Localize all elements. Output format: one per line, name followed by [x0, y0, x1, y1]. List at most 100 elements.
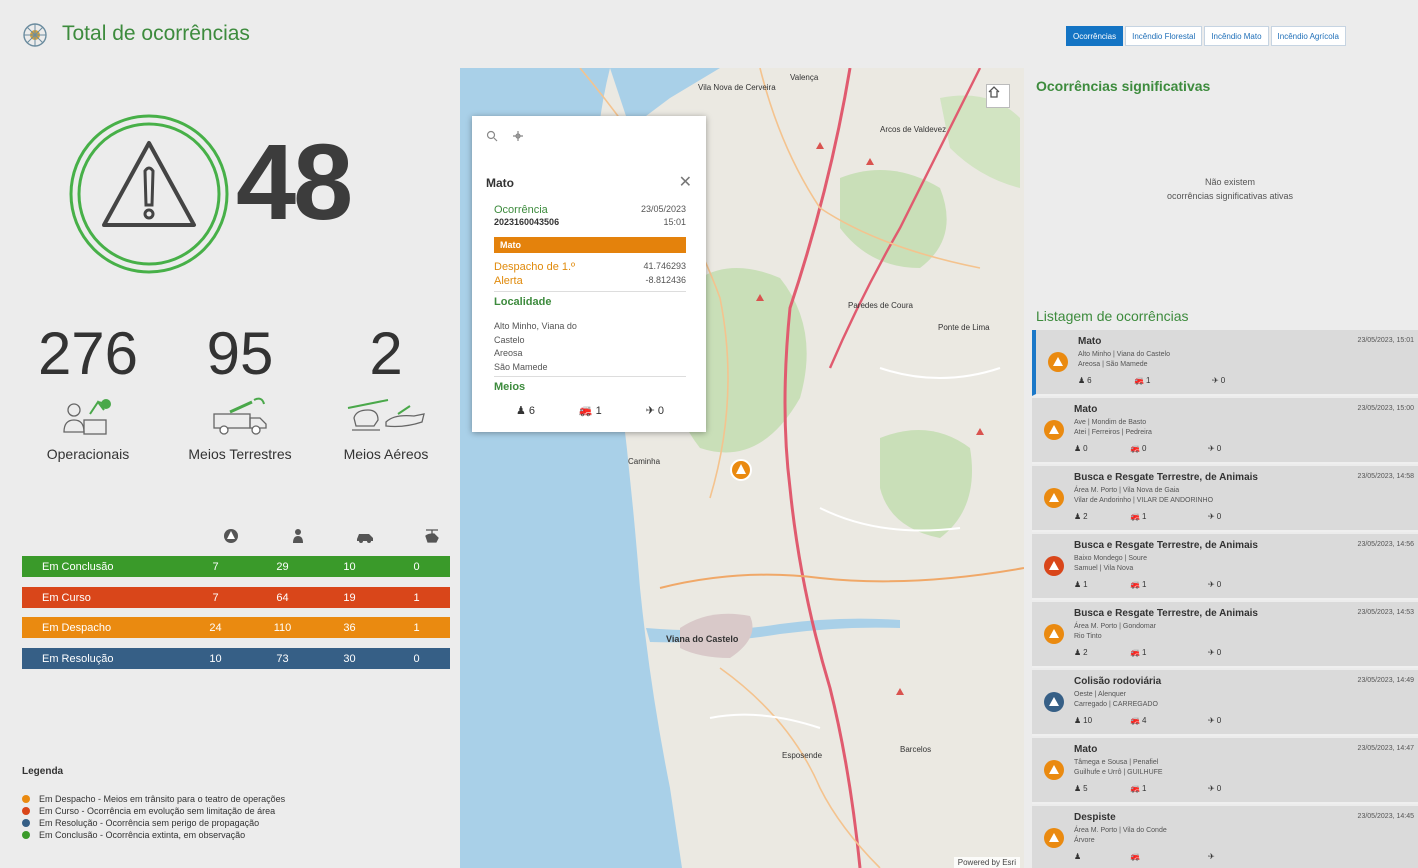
tab-ocorrencias[interactable]: Ocorrências	[1066, 26, 1124, 46]
home-icon	[988, 86, 1000, 98]
list-item-datetime: 23/05/2023, 14:53	[1357, 609, 1414, 616]
status-row-em-despacho[interactable]: Em Despacho 24 110 36 1	[22, 617, 450, 638]
list-item-vehicles: 🚒 0	[1130, 444, 1146, 453]
list-item[interactable]: Mato Ave | Mondim de Basto Atei | Ferreiro…	[1032, 398, 1418, 464]
list-item-datetime: 23/05/2023, 15:00	[1357, 405, 1414, 412]
popup-ocorrencia-row-2: 2023160043506 15:01	[494, 217, 686, 227]
warning-icon	[1049, 697, 1059, 706]
legend-dot	[22, 795, 30, 803]
anepc-logo-icon	[23, 23, 47, 47]
vehicle-icon: 🚒	[1134, 376, 1144, 385]
status-count-aircraft: 1	[413, 591, 420, 604]
status-name: Em Conclusão	[42, 560, 114, 573]
popup-lon: -8.812436	[645, 275, 686, 285]
list-item-persons: ♟ 2	[1074, 512, 1088, 521]
zoom-to-icon[interactable]	[486, 130, 498, 142]
popup-ocorrencia-date: 23/05/2023	[640, 204, 686, 214]
divider	[494, 376, 686, 377]
status-count-aircraft: 0	[413, 652, 420, 665]
stat-value: 276	[37, 320, 139, 387]
tab-incendio-agricola[interactable]: Incêndio Agrícola	[1270, 26, 1346, 46]
legend-item: Em Conclusão - Ocorrência extinta, em ob…	[22, 829, 285, 841]
list-item-persons: ♟ 2	[1074, 648, 1088, 657]
list-item-vehicles: 🚒	[1130, 852, 1142, 861]
vehicle-icon: 🚒	[1130, 716, 1140, 725]
listing-title: Listagem de ocorrências	[1036, 308, 1189, 324]
list-item-location: Área M. Porto | Vila do Conde	[1074, 827, 1167, 834]
status-count-occurrences: 7	[212, 591, 219, 604]
popup-meios-vehicles-count: 1	[595, 405, 602, 417]
popup-nature-bar: Mato	[494, 237, 686, 253]
list-item-datetime: 23/05/2023, 14:47	[1357, 745, 1414, 752]
status-table-header	[22, 526, 450, 546]
status-name: Em Despacho	[42, 621, 112, 634]
significant-empty-line: ocorrências significativas ativas	[1166, 191, 1294, 201]
tab-incendio-mato[interactable]: Incêndio Mato	[1204, 26, 1269, 46]
warning-ring-icon	[69, 114, 229, 274]
stat-meios-aereos: 2 Meios Aéreos	[316, 324, 456, 463]
aircraft-icon: ✈	[1208, 852, 1215, 861]
popup-alerta-row: Alerta -8.812436	[494, 275, 686, 287]
list-item[interactable]: Colisão rodoviária Oeste | Alenquer Carreg…	[1032, 670, 1418, 736]
list-item-vehicles-count: 1	[1145, 376, 1151, 385]
list-item-vehicles-count: 1	[1141, 784, 1147, 793]
status-count-persons: 73	[276, 652, 289, 665]
list-item-location: Baixo Mondego | Soure	[1074, 555, 1148, 562]
status-row-em-conclusao[interactable]: Em Conclusão 7 29 10 0	[22, 556, 450, 577]
map-place-label: Viana do Castelo	[666, 634, 739, 644]
occurrence-popup: Mato ✕ Ocorrência 23/05/2023 20231600435…	[472, 116, 706, 432]
map-attribution[interactable]: Powered by Esri	[953, 857, 1020, 868]
popup-ocorrencia-label: Ocorrência	[494, 204, 548, 216]
list-item-title: Mato	[1078, 336, 1102, 347]
list-item-aircraft-count: 0	[1216, 784, 1222, 793]
tab-incendio-florestal[interactable]: Incêndio Florestal	[1125, 26, 1203, 46]
status-row-em-resolucao[interactable]: Em Resolução 10 73 30 0	[22, 648, 450, 669]
list-item-datetime: 23/05/2023, 14:58	[1357, 473, 1414, 480]
list-item-aircraft: ✈ 0	[1208, 444, 1221, 453]
tab-bar: Ocorrências Incêndio Florestal Incêndio …	[1066, 26, 1346, 46]
aircraft-icon: ✈	[1208, 512, 1215, 521]
vehicle-icon: 🚒	[1130, 852, 1140, 861]
list-item-datetime: 23/05/2023, 14:49	[1357, 677, 1414, 684]
popup-localidade-label: Localidade	[494, 296, 552, 308]
vehicle-icon: 🚒	[1130, 784, 1140, 793]
list-item-persons: ♟ 10	[1074, 716, 1092, 725]
status-row-em-curso[interactable]: Em Curso 7 64 19 1	[22, 587, 450, 608]
list-item-parish: Vilar de Andorinho | VILAR DE ANDORINHO	[1074, 497, 1214, 504]
stat-value: 95	[206, 320, 274, 387]
person-icon: ♟	[1074, 648, 1082, 657]
person-icon: ♟	[1078, 376, 1086, 385]
list-item-parish: Samuel | Vila Nova	[1074, 565, 1134, 572]
home-button[interactable]	[986, 84, 1010, 108]
divider	[494, 291, 686, 292]
list-item[interactable]: Mato Alto Minho | Viana do Castelo Areosa …	[1032, 330, 1418, 396]
list-item-aircraft-count: 0	[1216, 512, 1222, 521]
list-item-title: Busca e Resgate Terrestre, de Animais	[1074, 540, 1258, 551]
list-item-vehicles-count: 0	[1141, 444, 1147, 453]
status-badge-icon	[1044, 692, 1064, 712]
list-item-persons: ♟ 1	[1074, 580, 1088, 589]
legend-dot	[22, 819, 30, 827]
stat-label: Meios Aéreos	[343, 446, 429, 462]
occurrence-list[interactable]: Mato Alto Minho | Viana do Castelo Areosa …	[1032, 330, 1418, 868]
person-icon: ♟	[515, 405, 526, 417]
pan-to-icon[interactable]	[512, 130, 524, 142]
legend-item: Em Curso - Ocorrência em evolução sem li…	[22, 805, 285, 817]
list-item[interactable]: Busca e Resgate Terrestre, de Animais Áre…	[1032, 466, 1418, 532]
popup-ocorrencia-time: 15:01	[663, 217, 686, 227]
warning-icon	[1049, 833, 1059, 842]
operacionais-icon	[63, 399, 111, 435]
list-item-location: Alto Minho | Viana do Castelo	[1078, 351, 1170, 358]
popup-meios-aircraft-count: 0	[657, 405, 665, 417]
list-item-title: Busca e Resgate Terrestre, de Animais	[1074, 608, 1258, 619]
list-item[interactable]: Busca e Resgate Terrestre, de Animais Áre…	[1032, 602, 1418, 668]
list-item[interactable]: Despiste Área M. Porto | Vila do Conde Árv…	[1032, 806, 1418, 868]
fire-truck-icon	[213, 397, 267, 435]
aircraft-icon	[347, 399, 425, 431]
list-item[interactable]: Mato Tâmega e Sousa | Penafiel Guilhufe e …	[1032, 738, 1418, 804]
list-item-location: Tâmega e Sousa | Penafiel	[1074, 759, 1159, 766]
close-icon[interactable]: ✕	[679, 172, 692, 192]
stat-label: Operacionais	[46, 446, 130, 462]
list-item[interactable]: Busca e Resgate Terrestre, de Animais Bai…	[1032, 534, 1418, 600]
list-item-parish: Atei | Ferreiros | Pedreira	[1074, 429, 1152, 436]
